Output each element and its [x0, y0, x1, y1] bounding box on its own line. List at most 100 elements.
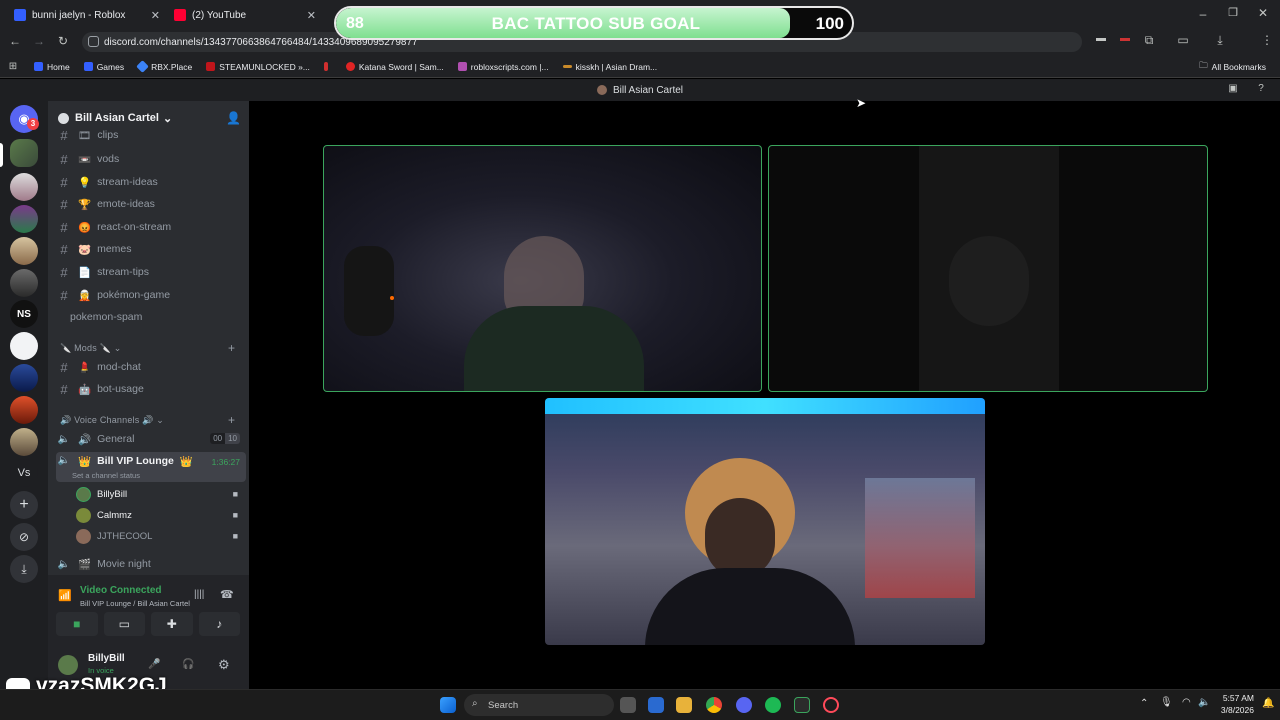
add-voice-channel-icon[interactable]: + — [228, 413, 235, 427]
download-icon[interactable]: ⤓ — [1213, 33, 1227, 48]
restore-icon[interactable]: ❐ — [1226, 6, 1240, 19]
speaker-icon: 🔈 — [57, 558, 71, 570]
server-icon-3[interactable] — [10, 205, 38, 233]
voice-channel-general[interactable]: 🔈 🔊 General 00 10 — [56, 429, 246, 449]
bookmark-games[interactable]: Games — [83, 62, 124, 72]
channel-clips[interactable]: # 🎞 clips — [56, 127, 246, 143]
channel-stream-ideas[interactable]: # 💡 stream-ideas — [56, 172, 246, 192]
soundboard-button[interactable]: ♪ — [198, 612, 240, 636]
server-icon-7[interactable] — [10, 332, 38, 360]
minimize-icon[interactable]: – — [1196, 7, 1210, 21]
invite-member-icon[interactable]: 👤 — [226, 111, 241, 125]
server-icon-10[interactable] — [10, 428, 38, 456]
category-mods[interactable]: 🔪 Mods 🔪 ⌄ — [60, 343, 121, 354]
extensions-puzzle-icon[interactable]: ⧉ — [1142, 33, 1156, 48]
spotify-icon[interactable] — [765, 697, 781, 713]
category-voice-channels[interactable]: 🔊 Voice Channels 🔊 ⌄ — [60, 415, 164, 426]
video-camera-icon: ■ — [232, 489, 238, 499]
site-info-icon[interactable] — [88, 36, 99, 47]
extension-icon[interactable]: ▬ — [1094, 33, 1108, 44]
bookmark-unnamed[interactable] — [323, 62, 332, 71]
add-server-icon[interactable]: + — [10, 491, 38, 519]
file-explorer-icon[interactable] — [676, 697, 692, 713]
voice-channel-movie-night[interactable]: 🔈 🎬 Movie night — [56, 554, 246, 574]
bookmark-katana[interactable]: Katana Sword | Sam... — [345, 62, 444, 72]
server-icon-4[interactable] — [10, 237, 38, 265]
signal-strength-icon[interactable]: 📶 — [58, 589, 72, 602]
server-vs[interactable]: Vs — [10, 459, 38, 487]
back-icon[interactable]: ← — [8, 34, 22, 48]
chevron-up-icon[interactable]: ⌃ — [1140, 698, 1148, 709]
settings-gear-icon[interactable]: ⚙ — [218, 657, 230, 673]
extension-red-icon[interactable]: ▬ — [1118, 33, 1132, 44]
clock-date[interactable]: 3/8/2026 — [1208, 705, 1254, 715]
app-icon[interactable] — [794, 697, 810, 713]
bookmark-home[interactable]: Home — [34, 62, 70, 72]
server-icon-8[interactable] — [10, 364, 38, 392]
browser-tab-roblox[interactable]: bunni jaelyn - Roblox ✕ — [6, 4, 166, 26]
voice-user[interactable]: JJTHECOOL ■ — [76, 526, 242, 546]
help-icon[interactable]: ? — [1254, 83, 1268, 94]
channel-emote-ideas[interactable]: # 🏆 emote-ideas — [56, 194, 246, 214]
close-tab-icon[interactable]: ✕ — [307, 9, 316, 22]
channel-pokemon-game[interactable]: # 🧝 pokémon-game — [56, 285, 246, 305]
channel-status-prompt[interactable]: Set a channel status — [72, 471, 140, 480]
apps-grid-icon[interactable]: ⊞ — [6, 61, 20, 72]
bookmark-rbxplace[interactable]: RBX.Place — [136, 60, 192, 73]
bookmark-robloxscripts[interactable]: robloxscripts.com |... — [457, 62, 549, 72]
all-bookmarks-button[interactable]: 🗀 All Bookmarks — [1199, 60, 1266, 74]
camera-button[interactable]: ■ — [56, 612, 98, 636]
discord-taskbar-icon[interactable] — [736, 697, 752, 713]
bookmark-kisskh[interactable]: kisskh | Asian Dram... — [562, 62, 657, 72]
channel-mod-chat[interactable]: # 💄 mod-chat — [56, 357, 246, 377]
close-window-icon[interactable]: ✕ — [1256, 6, 1270, 20]
add-channel-icon[interactable]: + — [228, 341, 235, 355]
wifi-icon[interactable]: ◠ — [1182, 697, 1191, 708]
channel-pokemon-spam[interactable]: pokemon-spam — [70, 307, 249, 327]
user-avatar[interactable] — [58, 655, 78, 675]
user-name[interactable]: BillyBill — [88, 653, 125, 664]
channel-vods[interactable]: # 📼 vods — [56, 149, 246, 169]
clock-time[interactable]: 5:57 AM — [1214, 693, 1254, 703]
server-icon-2[interactable] — [10, 173, 38, 201]
voice-user[interactable]: BillyBill ■ — [76, 484, 242, 504]
channel-react-on-stream[interactable]: # 😡 react-on-stream — [56, 217, 246, 237]
headphones-icon[interactable]: 🎧 — [182, 659, 194, 670]
server-bill-asian-cartel[interactable] — [10, 139, 38, 167]
video-tile-user-2[interactable] — [768, 145, 1208, 392]
menu-kebab-icon[interactable]: ⋮ — [1260, 33, 1274, 47]
voice-user[interactable]: Calmmz ■ — [76, 505, 242, 525]
video-tile-user-3[interactable] — [545, 398, 985, 645]
taskbar-search[interactable]: ⌕ Search — [464, 694, 614, 716]
channel-bot-usage[interactable]: # 🤖 bot-usage — [56, 379, 246, 399]
screen-share-button[interactable]: ▭ — [103, 612, 145, 636]
forward-icon[interactable]: → — [32, 34, 46, 48]
server-ns[interactable]: NS — [10, 300, 38, 328]
reload-icon[interactable]: ↻ — [56, 34, 70, 48]
bookmark-steamunlocked[interactable]: STEAMUNLOCKED »... — [206, 62, 310, 72]
browser-tab-youtube[interactable]: (2) YouTube ✕ — [166, 4, 322, 26]
microphone-icon[interactable]: 🎤 — [148, 659, 160, 670]
connection-status[interactable]: Video Connected — [80, 585, 162, 596]
video-tile-user-1[interactable] — [323, 145, 762, 392]
server-icon-5[interactable] — [10, 269, 38, 297]
mouse-app-icon[interactable] — [620, 697, 636, 713]
noise-suppression-icon[interactable]: |||| — [194, 589, 204, 600]
windows-start-icon[interactable] — [440, 697, 456, 713]
download-apps-icon[interactable]: ⤓ — [10, 555, 38, 583]
discover-compass-icon[interactable]: ⊘ — [10, 523, 38, 551]
chrome-icon[interactable] — [706, 697, 722, 713]
server-icon-9[interactable] — [10, 396, 38, 424]
disconnect-icon[interactable]: ☎ — [220, 588, 234, 601]
store-icon[interactable] — [648, 697, 664, 713]
voice-channel-bill-vip-lounge[interactable]: 🔈 👑 Bill VIP Lounge 👑 1:36:27 Set a channel… — [56, 452, 246, 482]
close-tab-icon[interactable]: ✕ — [151, 9, 160, 22]
activities-button[interactable]: ✚ — [151, 612, 193, 636]
channel-stream-tips[interactable]: # 📄 stream-tips — [56, 262, 246, 282]
inbox-icon[interactable]: ▣ — [1226, 83, 1240, 94]
notifications-icon[interactable]: 🔔 — [1262, 698, 1274, 709]
channel-memes[interactable]: # 🐷 memes — [56, 239, 246, 259]
opera-icon[interactable] — [823, 697, 839, 713]
cast-icon[interactable]: ▭ — [1176, 33, 1190, 47]
microphone-tray-icon[interactable]: 🎙 — [1160, 697, 1173, 708]
